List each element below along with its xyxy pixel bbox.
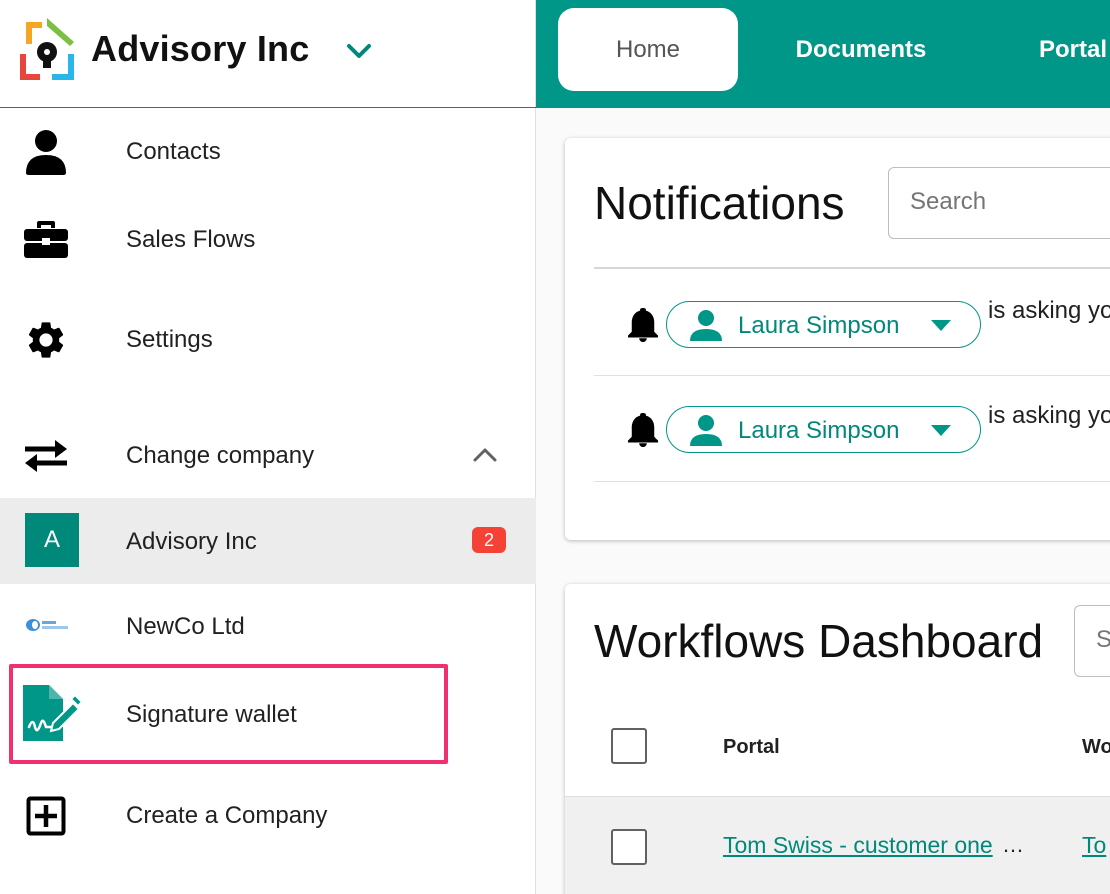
app-root: Advisory Inc Contacts Sales Flows Settin… [0, 0, 1110, 894]
bell-icon [627, 413, 659, 447]
workflows-search[interactable] [1074, 605, 1110, 677]
sidebar-item-label: Signature wallet [126, 701, 297, 728]
truncation-ellipsis: … [1002, 832, 1024, 857]
notifications-search[interactable] [888, 167, 1110, 239]
column-header-workflow: Wo [1082, 736, 1110, 758]
workflows-dashboard-card: Workflows Dashboard Portal Wo Tom Swiss … [565, 584, 1110, 894]
caret-down-icon [931, 425, 951, 436]
newco-logo-icon [26, 619, 68, 631]
main-content: Notifications Laura Simpson [536, 108, 1110, 894]
bell-icon [627, 308, 659, 342]
sidebar-item-create-company[interactable]: Create a Company [0, 774, 536, 858]
person-icon [690, 415, 722, 446]
chevron-down-icon[interactable] [344, 36, 374, 66]
caret-down-icon [931, 320, 951, 331]
company-name: Advisory Inc [91, 28, 310, 69]
tab-home[interactable]: Home [558, 8, 738, 91]
notification-item: Laura Simpson is asking yo [565, 288, 1110, 360]
sidebar-item-label: Contacts [126, 138, 221, 165]
person-icon [690, 310, 722, 341]
top-tab-bar: Home Documents Portal [536, 0, 1110, 108]
gear-icon [22, 316, 70, 364]
sidebar-item-change-company[interactable]: Change company [0, 410, 536, 500]
portal-link[interactable]: Tom Swiss - customer one [723, 832, 993, 859]
sidebar-item-label: Create a Company [126, 802, 328, 829]
company-item-newco[interactable]: NewCo Ltd [0, 584, 536, 668]
workflows-title: Workflows Dashboard [594, 615, 1044, 667]
person-icon [22, 128, 70, 176]
notifications-title: Notifications [594, 177, 845, 229]
sidebar-item-sales-flows[interactable]: Sales Flows [0, 196, 536, 286]
divider [594, 267, 1110, 269]
notifications-search-input[interactable] [910, 188, 1110, 216]
notification-item: Laura Simpson is asking yo [565, 393, 1110, 465]
sidebar-item-settings[interactable]: Settings [0, 290, 536, 390]
company-label: NewCo Ltd [126, 613, 245, 640]
company-item-advisory[interactable]: A Advisory Inc 2 [0, 498, 536, 584]
person-name: Laura Simpson [738, 312, 900, 339]
divider [594, 375, 1110, 376]
select-all-checkbox[interactable] [611, 728, 647, 764]
company-label: Advisory Inc [126, 528, 257, 555]
workflow-link[interactable]: To [1082, 832, 1106, 859]
sidebar-item-signature-wallet[interactable]: Signature wallet [0, 668, 536, 760]
sidebar-item-label: Sales Flows [126, 226, 256, 253]
workflows-search-input[interactable] [1096, 626, 1110, 654]
notification-text: is asking yo [988, 402, 1110, 429]
divider [594, 481, 1110, 482]
tab-portal[interactable]: Portal [1016, 8, 1110, 91]
table-header-row: Portal Wo [565, 697, 1110, 797]
notifications-card: Notifications Laura Simpson [565, 138, 1110, 540]
row-checkbox[interactable] [611, 829, 647, 865]
swap-arrows-icon [22, 432, 70, 480]
plus-box-icon [22, 792, 70, 840]
sidebar-item-label: Settings [126, 326, 213, 353]
sidebar-item-label: Change company [126, 442, 315, 469]
tab-documents[interactable]: Documents [768, 8, 954, 91]
notification-text: is asking yo [988, 297, 1110, 324]
person-name: Laura Simpson [738, 417, 900, 444]
sidebar-item-contacts[interactable]: Contacts [0, 108, 536, 196]
company-switcher-header[interactable]: Advisory Inc [0, 0, 536, 108]
column-header-portal: Portal [723, 736, 780, 758]
person-chip[interactable]: Laura Simpson [666, 406, 981, 453]
notification-count-badge: 2 [472, 527, 506, 553]
table-row: Tom Swiss - customer one … To [565, 797, 1110, 894]
chevron-up-icon[interactable] [471, 446, 499, 464]
person-chip[interactable]: Laura Simpson [666, 301, 981, 348]
company-logo-icon [20, 18, 74, 80]
signature-document-icon [18, 682, 84, 744]
briefcase-icon [22, 215, 70, 263]
avatar: A [25, 513, 79, 567]
sidebar: Advisory Inc Contacts Sales Flows Settin… [0, 0, 536, 894]
